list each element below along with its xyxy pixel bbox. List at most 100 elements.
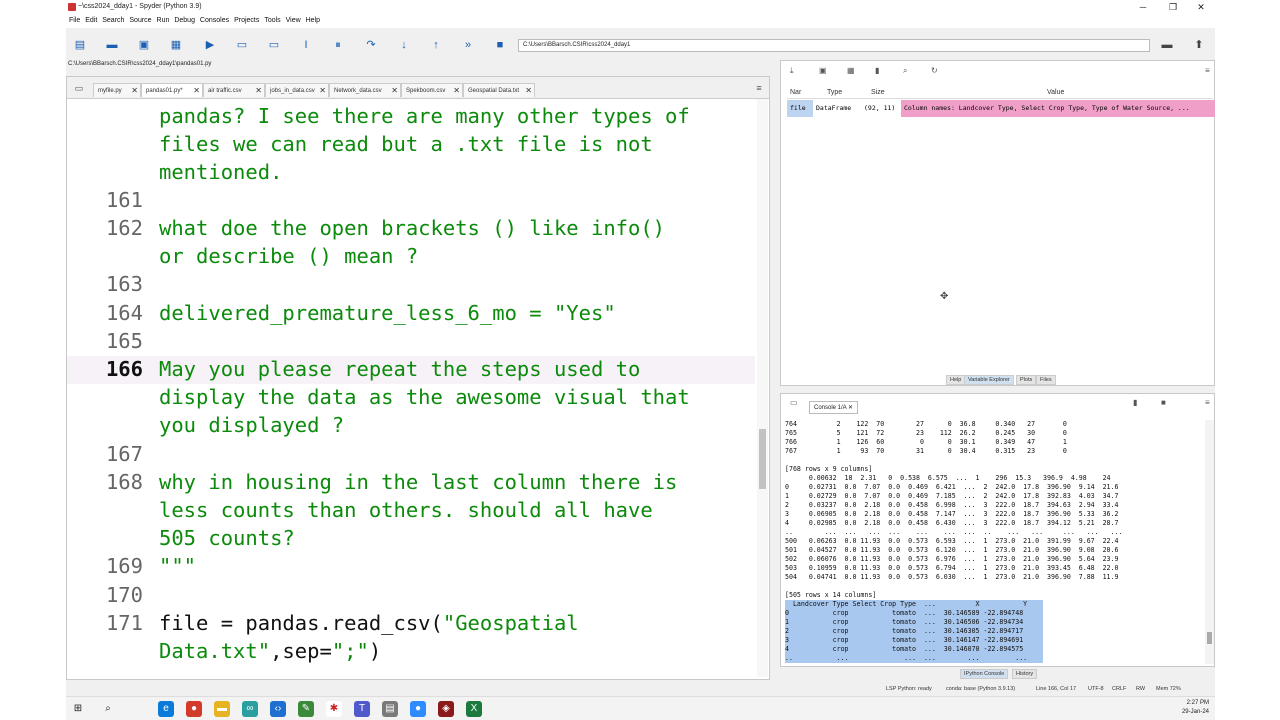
col-name[interactable]: Nar bbox=[790, 87, 801, 99]
debug-icon[interactable]: ⏸ bbox=[330, 37, 346, 53]
app-icon[interactable]: ▤ bbox=[382, 701, 398, 717]
tab-ipython-console[interactable]: IPython Console bbox=[960, 669, 1009, 679]
browse-consoles-icon[interactable]: ▭ bbox=[790, 398, 798, 407]
variable-type: DataFrame bbox=[816, 104, 852, 112]
slack-icon[interactable]: ✱ bbox=[326, 701, 342, 717]
save-data-as-icon[interactable]: ▦ bbox=[847, 66, 855, 75]
minimize-button[interactable]: ─ bbox=[1129, 0, 1157, 14]
run-cell-advance-icon[interactable]: ▭ bbox=[266, 37, 282, 53]
working-directory-input[interactable]: C:\Users\BBarsch.CSIR\css2024_dday1 bbox=[518, 39, 1150, 52]
close-tab-icon[interactable]: ✕ bbox=[319, 84, 326, 98]
tab-geospatial-data[interactable]: Geospatial Data.txt ✕ bbox=[463, 83, 535, 97]
tab-pandas01[interactable]: pandas01.py* ✕ bbox=[141, 83, 203, 97]
tab-files[interactable]: Files bbox=[1036, 375, 1056, 385]
save-data-icon[interactable]: ▣ bbox=[819, 66, 827, 75]
col-value[interactable]: Value bbox=[1047, 87, 1064, 99]
tab-myfile[interactable]: myfile.py ✕ bbox=[93, 83, 141, 97]
left-margin bbox=[0, 0, 66, 720]
menu-help[interactable]: Help bbox=[306, 14, 320, 28]
notepadpp-icon[interactable]: ✎ bbox=[298, 701, 314, 717]
tab-spekboom[interactable]: Spekboom.csv ✕ bbox=[401, 83, 463, 97]
col-size[interactable]: Size bbox=[871, 87, 885, 99]
edge-icon[interactable]: e bbox=[158, 701, 174, 717]
col-type[interactable]: Type bbox=[827, 87, 842, 99]
menu-search[interactable]: Search bbox=[102, 14, 124, 28]
file-explorer-icon[interactable]: ▬ bbox=[214, 701, 230, 717]
parent-dir-icon[interactable]: ⬆ bbox=[1191, 37, 1207, 53]
menu-edit[interactable]: Edit bbox=[85, 14, 97, 28]
menu-source[interactable]: Source bbox=[129, 14, 151, 28]
close-button[interactable]: ✕ bbox=[1187, 0, 1215, 14]
open-folder-icon[interactable]: ▬ bbox=[104, 37, 120, 53]
menu-consoles[interactable]: Consoles bbox=[200, 14, 229, 28]
menu-tools[interactable]: Tools bbox=[264, 14, 280, 28]
tab-console-1a[interactable]: Console 1/A ✕ bbox=[809, 401, 859, 414]
stop-icon[interactable]: ■ bbox=[492, 37, 508, 53]
vscode-icon[interactable]: ‹› bbox=[270, 701, 286, 717]
close-tab-icon[interactable]: ✕ bbox=[131, 84, 138, 98]
system-clock[interactable]: 2:27 PM 29-Jan-24 bbox=[1182, 699, 1209, 717]
refresh-icon[interactable]: ↻ bbox=[931, 66, 938, 75]
browse-tabs-icon[interactable]: ▭ bbox=[71, 80, 87, 96]
variable-row[interactable]: file DataFrame (92, 11) Column names: La… bbox=[787, 100, 1215, 117]
tab-air-traffic[interactable]: air traffic.csv ✕ bbox=[203, 83, 265, 97]
menu-debug[interactable]: Debug bbox=[174, 14, 195, 28]
options-menu-icon[interactable]: ≡ bbox=[1205, 66, 1210, 75]
step-into-icon[interactable]: ↓ bbox=[396, 37, 412, 53]
teams-icon[interactable]: T bbox=[354, 701, 370, 717]
tab-network-data[interactable]: Network_data.csv ✕ bbox=[329, 83, 401, 97]
scrollbar-thumb[interactable] bbox=[1207, 632, 1212, 644]
run-icon[interactable]: ▶ bbox=[202, 37, 218, 53]
menu-projects[interactable]: Projects bbox=[234, 14, 259, 28]
console-output[interactable]: 764 2 122 70 27 0 36.8 0.340 27 0 765 5 … bbox=[785, 420, 1203, 664]
tab-help[interactable]: Help bbox=[946, 375, 966, 385]
import-data-icon[interactable]: ⤓ bbox=[790, 66, 794, 76]
console-line: 1 0.02729 0.0 7.07 0.0 0.469 7.185 ... 2… bbox=[785, 492, 1119, 500]
new-file-icon[interactable]: ▤ bbox=[72, 37, 88, 53]
excel-icon[interactable]: X bbox=[466, 701, 482, 717]
close-tab-icon[interactable]: ✕ bbox=[391, 84, 398, 98]
interrupt-kernel-icon[interactable]: ■ bbox=[1161, 398, 1166, 407]
menu-file[interactable]: File bbox=[69, 14, 80, 28]
run-cell-icon[interactable]: ▭ bbox=[234, 37, 250, 53]
close-tab-icon[interactable]: ✕ bbox=[525, 84, 532, 98]
browse-folder-icon[interactable]: ▬ bbox=[1159, 37, 1175, 53]
menu-run[interactable]: Run bbox=[157, 14, 170, 28]
search-icon[interactable]: ⌕ bbox=[903, 66, 907, 76]
arduino-icon[interactable]: ∞ bbox=[242, 701, 258, 717]
console-line-selected: 3 crop tomato ... 30.146147 -22.894691 bbox=[785, 636, 1043, 645]
run-selection-icon[interactable]: I bbox=[298, 37, 314, 53]
step-icon[interactable]: ↷ bbox=[363, 37, 379, 53]
remove-all-variables-icon[interactable]: ▮ bbox=[1133, 398, 1137, 407]
close-tab-icon[interactable]: ✕ bbox=[193, 84, 200, 98]
search-icon[interactable]: ⌕ bbox=[100, 701, 116, 717]
editor-scrollbar[interactable] bbox=[757, 99, 768, 677]
code-line: pandas? I see there are many other types… bbox=[159, 104, 690, 128]
windows-start-icon[interactable]: ⊞ bbox=[70, 701, 86, 717]
tab-variable-explorer[interactable]: Variable Explorer bbox=[964, 375, 1014, 385]
remove-variables-icon[interactable]: ▮ bbox=[875, 66, 879, 75]
menu-view[interactable]: View bbox=[286, 14, 301, 28]
close-tab-icon[interactable]: ✕ bbox=[848, 405, 853, 411]
tab-history[interactable]: History bbox=[1012, 669, 1038, 679]
tab-plots[interactable]: Plots bbox=[1016, 375, 1037, 385]
options-menu-icon[interactable]: ≡ bbox=[751, 80, 767, 96]
console-scrollbar[interactable] bbox=[1205, 420, 1214, 664]
close-tab-icon[interactable]: ✕ bbox=[453, 84, 460, 98]
window-title: ~\css2024_dday1 - Spyder (Python 3.9) bbox=[78, 3, 202, 10]
options-menu-icon[interactable]: ≡ bbox=[1205, 398, 1210, 407]
console-line-selected: 4 crop tomato ... 30.146070 -22.894575 bbox=[785, 645, 1043, 654]
chrome-icon[interactable]: ● bbox=[186, 701, 202, 717]
scrollbar-thumb[interactable] bbox=[759, 429, 766, 489]
continue-icon[interactable]: » bbox=[460, 37, 476, 53]
spyder-taskbar-icon[interactable]: ◈ bbox=[438, 701, 454, 717]
maximize-button[interactable]: ❐ bbox=[1159, 0, 1187, 14]
step-return-icon[interactable]: ↑ bbox=[428, 37, 444, 53]
zoom-icon[interactable]: ● bbox=[410, 701, 426, 717]
close-tab-icon[interactable]: ✕ bbox=[255, 84, 262, 98]
save-all-icon[interactable]: ▦ bbox=[168, 37, 184, 53]
tab-jobs-in-data[interactable]: jobs_in_data.csv ✕ bbox=[265, 83, 329, 97]
save-icon[interactable]: ▣ bbox=[136, 37, 152, 53]
pane-splitter[interactable] bbox=[772, 60, 780, 682]
code-area[interactable]: pandas? I see there are many other types… bbox=[67, 99, 755, 679]
